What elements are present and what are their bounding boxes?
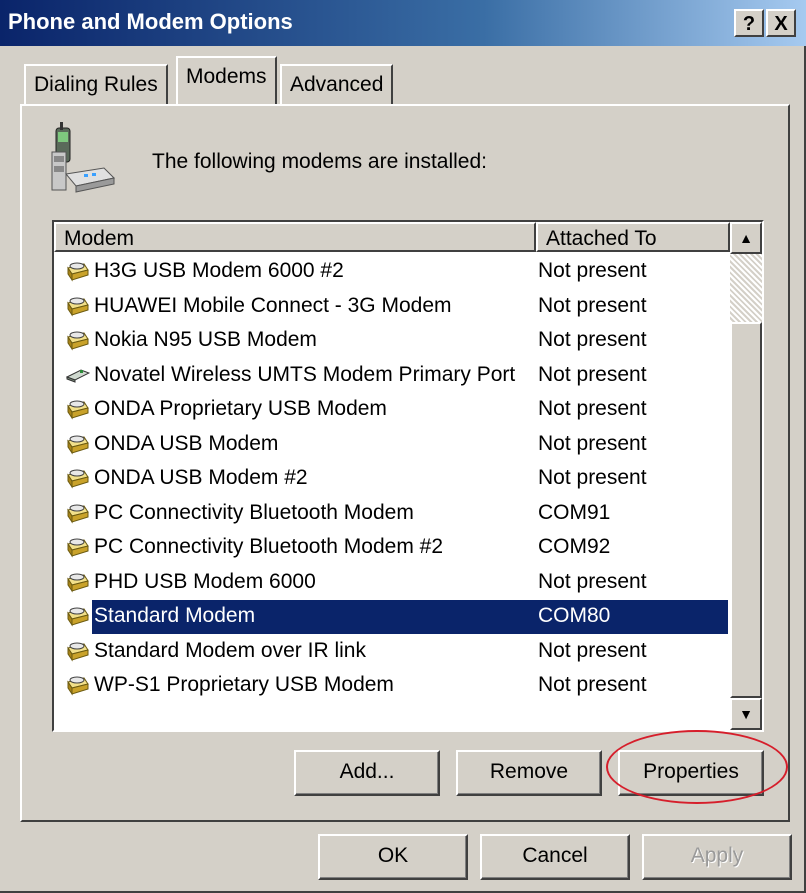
modem-icon	[66, 502, 90, 524]
table-row[interactable]: Standard Modem over IR link Not present	[54, 635, 730, 670]
scroll-up-button[interactable]: ▲	[730, 222, 762, 254]
modem-name: PHD USB Modem 6000	[94, 569, 316, 593]
table-row[interactable]: WP-S1 Proprietary USB Modem Not present	[54, 669, 730, 704]
modem-icon	[66, 398, 90, 420]
modem-icon	[66, 467, 90, 489]
scroll-track[interactable]	[730, 254, 762, 322]
modems-tab-panel: The following modems are installed: Mode…	[20, 104, 790, 822]
modem-rows: H3G USB Modem 6000 #2 Not present HUAWEI M…	[54, 255, 730, 704]
window-title: Phone and Modem Options	[8, 9, 293, 34]
modem-icon	[66, 260, 90, 282]
table-row[interactable]: H3G USB Modem 6000 #2 Not present	[54, 255, 730, 290]
table-row[interactable]: Nokia N95 USB Modem Not present	[54, 324, 730, 359]
modem-name: PC Connectivity Bluetooth Modem	[94, 500, 414, 524]
tab-dialing-rules[interactable]: Dialing Rules	[24, 64, 168, 104]
cancel-button[interactable]: Cancel	[480, 834, 630, 880]
title-bar[interactable]: Phone and Modem Options ? X	[0, 0, 806, 46]
table-row[interactable]: ONDA USB Modem #2 Not present	[54, 462, 730, 497]
properties-button[interactable]: Properties	[618, 750, 764, 796]
attached-to: Not present	[538, 431, 647, 455]
modem-name: HUAWEI Mobile Connect - 3G Modem	[94, 293, 452, 317]
modem-icon	[66, 571, 90, 593]
close-button[interactable]: X	[766, 9, 796, 37]
table-row[interactable]: HUAWEI Mobile Connect - 3G Modem Not pres…	[54, 290, 730, 325]
modem-icon	[66, 295, 90, 317]
table-row[interactable]: Standard Modem COM80	[54, 600, 730, 635]
modem-icon	[66, 433, 90, 455]
table-row[interactable]: PC Connectivity Bluetooth Modem #2 COM92	[54, 531, 730, 566]
installed-modems-label: The following modems are installed:	[152, 150, 487, 173]
attached-to: Not present	[538, 362, 647, 386]
attached-to: COM80	[538, 604, 611, 627]
attached-to: Not present	[538, 293, 647, 317]
modem-name: Standard Modem over IR link	[94, 638, 366, 662]
scroll-down-button[interactable]: ▼	[730, 698, 762, 730]
column-header-attached-to[interactable]: Attached To	[536, 222, 730, 252]
tab-advanced[interactable]: Advanced	[280, 64, 394, 104]
modem-name: ONDA USB Modem	[94, 431, 279, 455]
list-header: Modem Attached To	[54, 222, 730, 252]
table-row[interactable]: ONDA USB Modem Not present	[54, 428, 730, 463]
attached-to: COM92	[538, 535, 611, 558]
modem-name: H3G USB Modem 6000 #2	[94, 259, 344, 282]
table-row[interactable]: ONDA Proprietary USB Modem Not present	[54, 393, 730, 428]
modem-name: Nokia N95 USB Modem	[94, 328, 317, 351]
ok-button[interactable]: OK	[318, 834, 468, 880]
attached-to: Not present	[538, 328, 647, 351]
modem-icon	[66, 536, 90, 558]
modem-name: ONDA Proprietary USB Modem	[94, 397, 387, 420]
attached-to: Not present	[538, 569, 647, 593]
modem-icon	[66, 605, 90, 627]
modem-name: Standard Modem	[94, 604, 256, 627]
scroll-thumb[interactable]	[730, 322, 762, 698]
modem-name: PC Connectivity Bluetooth Modem #2	[94, 535, 444, 558]
attached-to: Not present	[538, 638, 647, 662]
table-row[interactable]: PC Connectivity Bluetooth Modem COM91	[54, 497, 730, 532]
vertical-scrollbar[interactable]: ▲ ▼	[730, 222, 762, 730]
modem-icon	[66, 674, 90, 696]
attached-to: COM91	[538, 500, 611, 524]
attached-to: Not present	[538, 259, 647, 282]
column-header-modem[interactable]: Modem	[54, 222, 536, 252]
table-row[interactable]: PHD USB Modem 6000 Not present	[54, 566, 730, 601]
modem-list[interactable]: Modem Attached To H3G USB Modem 6000 #2 N…	[52, 220, 764, 732]
phone-modem-icon	[51, 122, 116, 193]
attached-to: Not present	[538, 673, 647, 696]
table-row[interactable]: Novatel Wireless UMTS Modem Primary Port…	[54, 359, 730, 394]
remove-button[interactable]: Remove	[456, 750, 602, 796]
modem-name: ONDA USB Modem #2	[94, 466, 308, 489]
modem-icon	[66, 640, 90, 662]
phone-modem-options-window: Phone and Modem Options ? X Dialing Rule…	[0, 0, 806, 893]
apply-button[interactable]: Apply	[642, 834, 792, 880]
add-button[interactable]: Add...	[294, 750, 440, 796]
modem-name: Novatel Wireless UMTS Modem Primary Port	[94, 362, 516, 386]
help-button[interactable]: ?	[734, 9, 764, 37]
modem-name: WP-S1 Proprietary USB Modem	[94, 673, 394, 696]
modem-icon	[66, 329, 90, 351]
pcmcia-card-icon	[65, 364, 91, 386]
attached-to: Not present	[538, 397, 647, 420]
attached-to: Not present	[538, 466, 647, 489]
tab-modems[interactable]: Modems	[176, 56, 277, 104]
